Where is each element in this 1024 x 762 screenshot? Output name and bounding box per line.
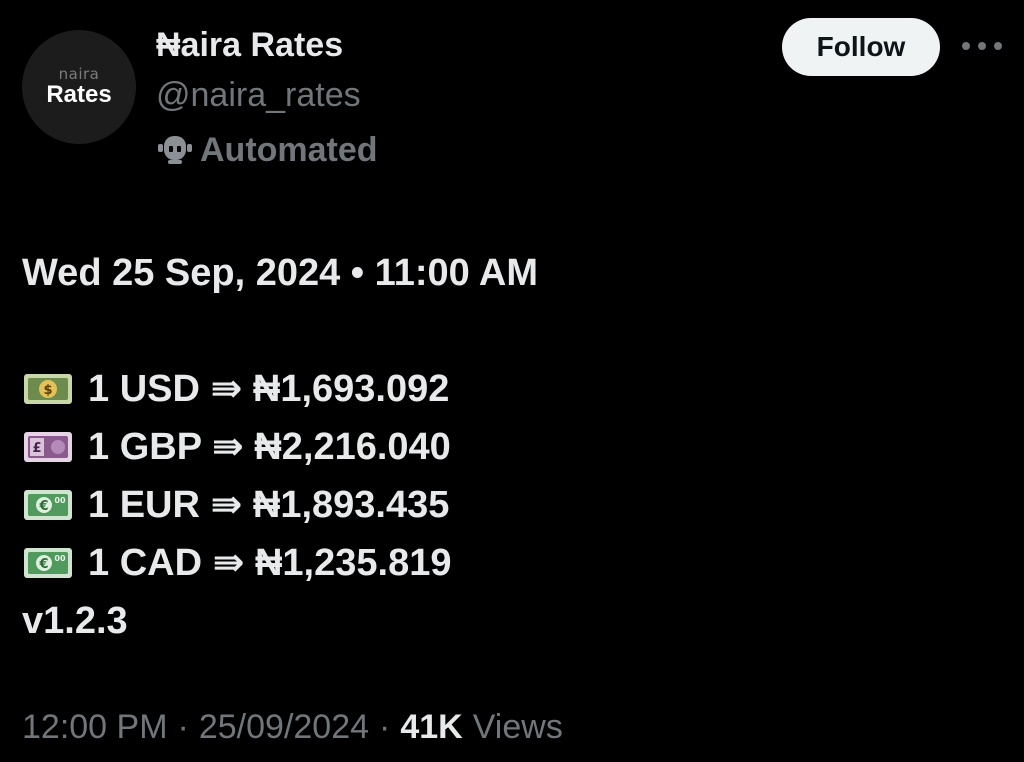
bot-icon — [158, 136, 192, 164]
separator: · — [177, 708, 189, 746]
automated-badge[interactable]: Automated — [156, 130, 378, 170]
rate-text: 1 GBP ⇛ ₦2,216.040 — [88, 426, 451, 468]
euro-banknote-icon: € 00 — [24, 548, 72, 578]
svg-text:00: 00 — [54, 496, 66, 505]
svg-text:00: 00 — [54, 554, 66, 563]
rate-text: 1 EUR ⇛ ₦1,893.435 — [88, 484, 450, 526]
views-count[interactable]: 41K — [400, 708, 462, 747]
follow-button[interactable]: Follow — [782, 18, 940, 76]
views-label: Views — [472, 708, 563, 746]
svg-text:$: $ — [43, 383, 52, 398]
pound-banknote-icon: £ — [24, 432, 72, 462]
tweet-datetime-line: Wed 25 Sep, 2024 • 11:00 AM — [22, 252, 539, 294]
tweet-text: Wed 25 Sep, 2024 • 11:00 AM $ 1 USD ⇛ ₦1… — [22, 244, 1002, 650]
separator: · — [379, 708, 391, 746]
svg-text:€: € — [38, 557, 48, 572]
svg-text:€: € — [38, 499, 48, 514]
tweet-meta: 12:00 PM · 25/09/2024 · 41K Views — [22, 708, 563, 747]
version-text: v1.2.3 — [22, 600, 128, 642]
rate-line-usd: $ 1 USD ⇛ ₦1,693.092 — [22, 360, 1002, 418]
avatar-main-text: Rates — [46, 81, 112, 108]
rate-line-eur: € 00 1 EUR ⇛ ₦1,893.435 — [22, 476, 1002, 534]
rate-line-gbp: £ 1 GBP ⇛ ₦2,216.040 — [22, 418, 1002, 476]
dot — [962, 42, 970, 50]
display-name[interactable]: ₦aira Rates — [156, 26, 343, 65]
rate-text: 1 CAD ⇛ ₦1,235.819 — [88, 542, 452, 584]
more-horizontal-icon[interactable] — [962, 36, 1002, 56]
dot — [978, 42, 986, 50]
avatar[interactable]: naira Rates — [22, 30, 136, 144]
automated-label: Automated — [200, 130, 378, 169]
rate-line-cad: € 00 1 CAD ⇛ ₦1,235.819 — [22, 534, 1002, 592]
tweet-date[interactable]: 25/09/2024 — [199, 708, 369, 747]
handle[interactable]: @naira_rates — [156, 76, 361, 115]
euro-banknote-icon: € 00 — [24, 490, 72, 520]
rate-text: 1 USD ⇛ ₦1,693.092 — [88, 368, 450, 410]
avatar-small-text: naira — [58, 65, 100, 83]
svg-text:£: £ — [32, 441, 41, 456]
tweet-time[interactable]: 12:00 PM — [22, 708, 168, 747]
dot — [994, 42, 1002, 50]
dollar-banknote-icon: $ — [24, 374, 72, 404]
